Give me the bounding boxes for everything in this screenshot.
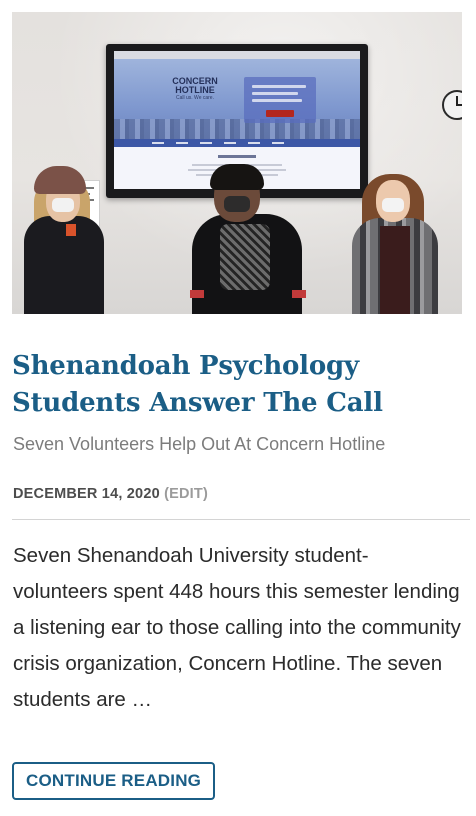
- face-mask: [224, 196, 250, 212]
- edit-link[interactable]: (EDIT): [164, 486, 208, 502]
- screen-cta-button: [266, 110, 294, 117]
- browser-bar: [114, 51, 360, 59]
- screen-hero: CONCERN HOTLINE Call us. We care.: [114, 59, 360, 139]
- divider: [12, 519, 470, 520]
- screen-hero-panel: [244, 77, 316, 123]
- face-mask: [382, 198, 404, 212]
- article-title[interactable]: Shenandoah Psychology Students Answer Th…: [12, 348, 462, 422]
- post-date: DECEMBER 14, 2020: [13, 486, 160, 502]
- article-excerpt: Seven Shenandoah University student-volu…: [13, 544, 461, 711]
- article-subtitle: Seven Volunteers Help Out At Concern Hot…: [13, 434, 386, 454]
- article-meta: DECEMBER 14, 2020 (EDIT): [13, 484, 463, 504]
- screen-nav: [114, 139, 360, 147]
- screen-hero-crowd: [114, 119, 360, 139]
- article-card: CONCERN HOTLINE Call us. We care. Shenan…: [0, 0, 476, 816]
- screen-tagline: Call us. We care.: [176, 95, 214, 101]
- continue-reading-button[interactable]: CONTINUE READING: [12, 762, 216, 800]
- article-photo[interactable]: CONCERN HOTLINE Call us. We care.: [12, 12, 462, 314]
- screen-logo-text: CONCERN HOTLINE: [172, 76, 218, 95]
- screen-logo: CONCERN HOTLINE Call us. We care.: [164, 77, 226, 117]
- face-mask: [52, 198, 74, 212]
